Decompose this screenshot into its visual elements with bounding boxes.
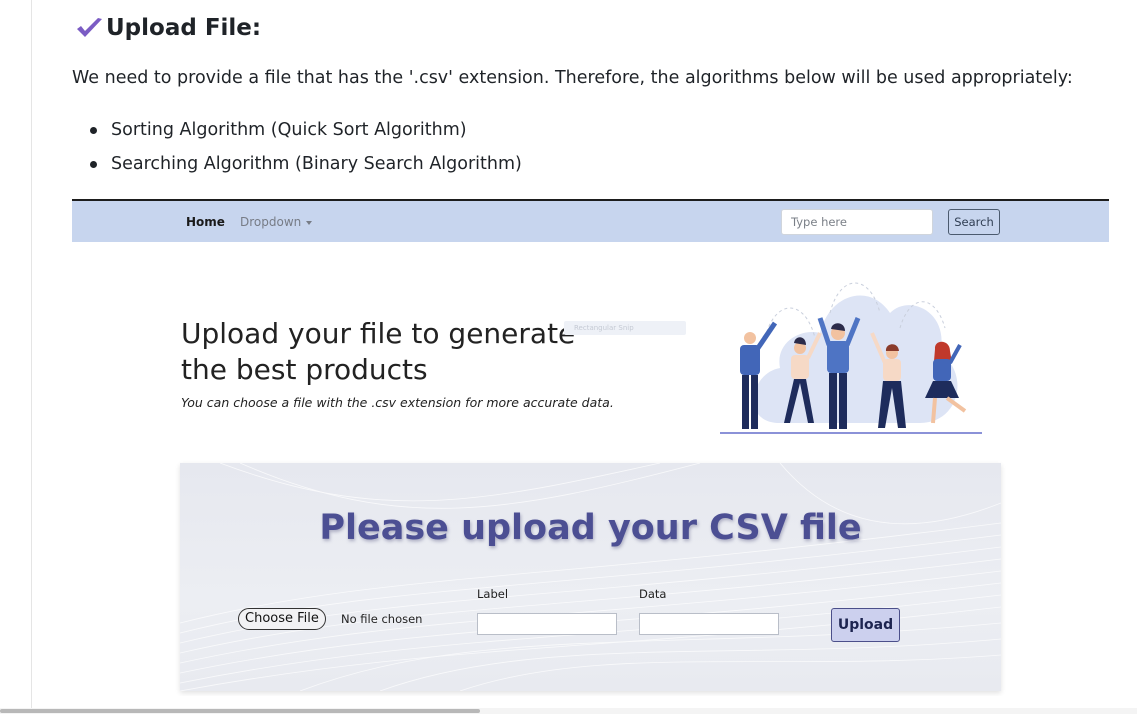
nav-dropdown-label: Dropdown xyxy=(240,215,302,229)
upload-card: Please upload your CSV file Choose File … xyxy=(180,463,1001,691)
caret-down-icon xyxy=(306,220,313,225)
hero-title: Upload your file to generate the best pr… xyxy=(181,317,576,386)
section-heading: Upload File: xyxy=(74,15,261,41)
wave-pattern-background xyxy=(180,463,1001,691)
choose-file-button[interactable]: Choose File xyxy=(238,608,326,630)
upload-card-title: Please upload your CSV file xyxy=(319,508,862,548)
upload-button[interactable]: Upload xyxy=(831,608,900,642)
algorithm-list: Sorting Algorithm (Quick Sort Algorithm)… xyxy=(72,117,522,185)
left-page-rule xyxy=(31,0,32,714)
check-mark-icon xyxy=(77,18,102,37)
nav-home-link[interactable]: Home xyxy=(186,215,225,229)
navbar: Home Dropdown Search xyxy=(72,201,1109,242)
snip-tooltip: Rectangular Snip xyxy=(564,321,686,335)
file-status-text: No file chosen xyxy=(341,612,423,626)
label-field-label: Label xyxy=(477,587,509,601)
search-button[interactable]: Search xyxy=(948,209,1000,235)
hero-subtitle: You can choose a file with the .csv exte… xyxy=(181,395,614,410)
search-input[interactable] xyxy=(781,209,933,235)
section-heading-text: Upload File: xyxy=(106,15,262,41)
data-input[interactable] xyxy=(639,613,779,635)
list-item: Searching Algorithm (Binary Search Algor… xyxy=(72,151,522,185)
embedded-app-screenshot: Home Dropdown Search Upload your file to… xyxy=(72,199,1109,696)
intro-paragraph: We need to provide a file that has the '… xyxy=(72,68,1073,88)
bullet-icon xyxy=(90,127,97,134)
people-celebrating-illustration xyxy=(720,282,982,434)
nav-dropdown-toggle[interactable]: Dropdown xyxy=(240,215,313,229)
bullet-icon xyxy=(90,161,97,168)
list-item-text: Searching Algorithm (Binary Search Algor… xyxy=(111,154,522,174)
list-item-text: Sorting Algorithm (Quick Sort Algorithm) xyxy=(111,120,467,140)
data-field-label: Data xyxy=(639,587,667,601)
horizontal-scrollbar-thumb[interactable] xyxy=(0,709,480,713)
list-item: Sorting Algorithm (Quick Sort Algorithm) xyxy=(72,117,522,151)
label-input[interactable] xyxy=(477,613,617,635)
